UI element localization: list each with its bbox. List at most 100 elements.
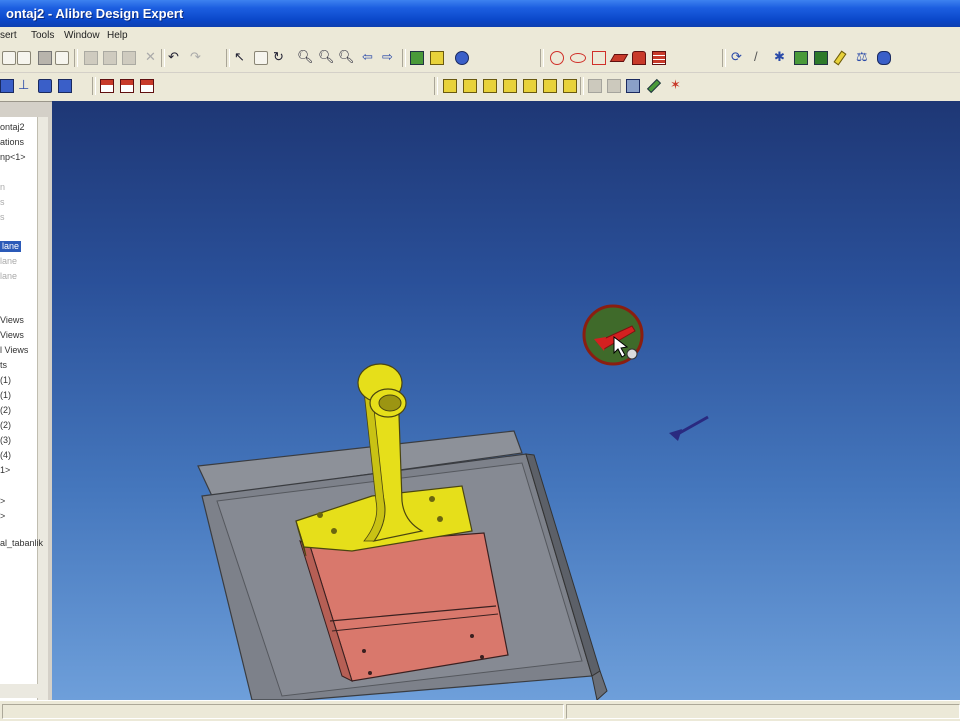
measure-tool-icon[interactable] <box>646 78 662 94</box>
tree-item[interactable]: Views <box>0 315 24 326</box>
iso-view-3-icon[interactable] <box>483 79 497 93</box>
tree-item[interactable]: (1) <box>0 390 11 401</box>
line-icon[interactable]: / <box>754 49 758 65</box>
constraint-set-icon[interactable] <box>58 79 72 93</box>
status-field-main <box>2 704 564 719</box>
tree-item[interactable]: ts <box>0 360 7 371</box>
toolbar-separator <box>580 77 584 95</box>
delete-icon[interactable]: ✕ <box>145 49 156 65</box>
tree-item[interactable]: (1) <box>0 375 11 386</box>
eraser-icon[interactable] <box>632 51 646 65</box>
save-icon[interactable] <box>17 51 31 65</box>
balance-icon[interactable]: ⚖ <box>856 49 868 65</box>
3d-viewport[interactable] <box>52 101 960 700</box>
tree-item[interactable]: np<1> <box>0 152 26 163</box>
iso-view-1-icon[interactable] <box>443 79 457 93</box>
block-hole <box>480 655 484 659</box>
tree-item[interactable]: 1> <box>0 465 10 476</box>
bracket-hole <box>331 528 337 534</box>
assembly-icon[interactable] <box>430 51 444 65</box>
mate-icon[interactable]: ⊥ <box>18 77 29 93</box>
section-icon[interactable] <box>607 79 621 93</box>
tree-item[interactable]: n <box>0 182 5 193</box>
toolbar-separator <box>92 77 96 95</box>
toolbar-separator <box>161 49 165 67</box>
tree-item[interactable]: ontaj2 <box>0 122 25 133</box>
measure-icon[interactable] <box>833 50 847 66</box>
tree-vertical-scrollbar[interactable] <box>37 117 48 701</box>
toolbar-separator <box>434 77 438 95</box>
stack-icon[interactable] <box>652 51 666 65</box>
next-view-icon[interactable]: ⇨ <box>382 49 393 65</box>
tree-item[interactable]: (4) <box>0 450 11 461</box>
iso-view-4-icon[interactable] <box>503 79 517 93</box>
part-icon[interactable] <box>410 51 424 65</box>
tree-item[interactable]: > <box>0 496 5 507</box>
iso-view-7-icon[interactable] <box>563 79 577 93</box>
tree-item[interactable]: l Views <box>0 345 28 356</box>
redo-icon[interactable]: ↷ <box>190 49 201 65</box>
bracket-hole <box>429 496 435 502</box>
explode-tool-icon[interactable]: ✶ <box>670 77 681 93</box>
material-icon[interactable] <box>794 51 808 65</box>
rectangle-icon[interactable] <box>592 51 606 65</box>
tree-item[interactable]: (2) <box>0 405 11 416</box>
explode-icon[interactable] <box>877 51 891 65</box>
toolbar-separator <box>402 49 406 67</box>
render-icon[interactable] <box>455 51 469 65</box>
cube-icon[interactable] <box>814 51 828 65</box>
iso-view-6-icon[interactable] <box>543 79 557 93</box>
tree-item[interactable]: s <box>0 212 5 223</box>
open-icon[interactable] <box>2 51 16 65</box>
iso-view-2-icon[interactable] <box>463 79 477 93</box>
3d-model-scene <box>197 304 709 700</box>
toolbar-separator <box>226 49 230 67</box>
bracket-hole <box>437 516 443 522</box>
view-orient-icon[interactable]: ⟳ <box>731 49 742 65</box>
tree-item[interactable]: ations <box>0 137 24 148</box>
tree-item[interactable]: (3) <box>0 435 11 446</box>
drawing-icon[interactable] <box>100 79 114 93</box>
toolbar-separator <box>540 49 544 67</box>
paste-icon[interactable] <box>122 51 136 65</box>
point-icon[interactable] <box>550 51 564 65</box>
select-box-icon[interactable] <box>254 51 268 65</box>
bom-icon[interactable] <box>140 79 154 93</box>
menu-insert[interactable]: sert <box>0 27 17 45</box>
zoom-icon[interactable]: 🔍︎ <box>297 49 314 65</box>
pencil-icon[interactable] <box>609 54 629 62</box>
ellipse-icon[interactable] <box>570 53 586 63</box>
menu-tools[interactable]: Tools <box>31 27 54 45</box>
block-hole <box>362 649 366 653</box>
tree-item[interactable]: s <box>0 197 5 208</box>
iso-view-5-icon[interactable] <box>523 79 537 93</box>
tree-item[interactable]: Views <box>0 330 24 341</box>
grid-icon[interactable] <box>588 79 602 93</box>
print-preview-icon[interactable] <box>55 51 69 65</box>
previous-view-icon[interactable]: ⇦ <box>362 49 373 65</box>
undo-icon[interactable]: ↶ <box>168 49 179 65</box>
rotate-icon[interactable]: ↻ <box>273 49 284 65</box>
render-mode-icon[interactable] <box>626 79 640 93</box>
cut-icon[interactable] <box>84 51 98 65</box>
constraint-icon[interactable]: ✱ <box>774 49 785 65</box>
tree-item[interactable]: lane <box>0 271 17 282</box>
menu-window[interactable]: Window <box>64 27 100 45</box>
assembly-tree-icon[interactable] <box>0 79 14 93</box>
zoom-window-icon[interactable]: 🔍︎ <box>318 49 335 65</box>
tree-item[interactable]: (2) <box>0 420 11 431</box>
copy-icon[interactable] <box>103 51 117 65</box>
align-icon[interactable] <box>38 79 52 93</box>
status-field-secondary <box>566 704 960 719</box>
tree-item[interactable]: lane <box>0 241 22 252</box>
tree-horizontal-scrollbar[interactable] <box>0 684 47 698</box>
tree-item[interactable]: > <box>0 511 5 522</box>
tree-item[interactable]: al_tabanlik <box>0 538 43 549</box>
bracket-hole <box>317 512 323 518</box>
print-icon[interactable] <box>38 51 52 65</box>
tree-item[interactable]: lane <box>0 256 17 267</box>
drawing-sheet-icon[interactable] <box>120 79 134 93</box>
select-icon[interactable]: ↖ <box>234 49 245 65</box>
menu-help[interactable]: Help <box>107 27 128 45</box>
zoom-fit-icon[interactable]: 🔍︎ <box>338 49 355 65</box>
